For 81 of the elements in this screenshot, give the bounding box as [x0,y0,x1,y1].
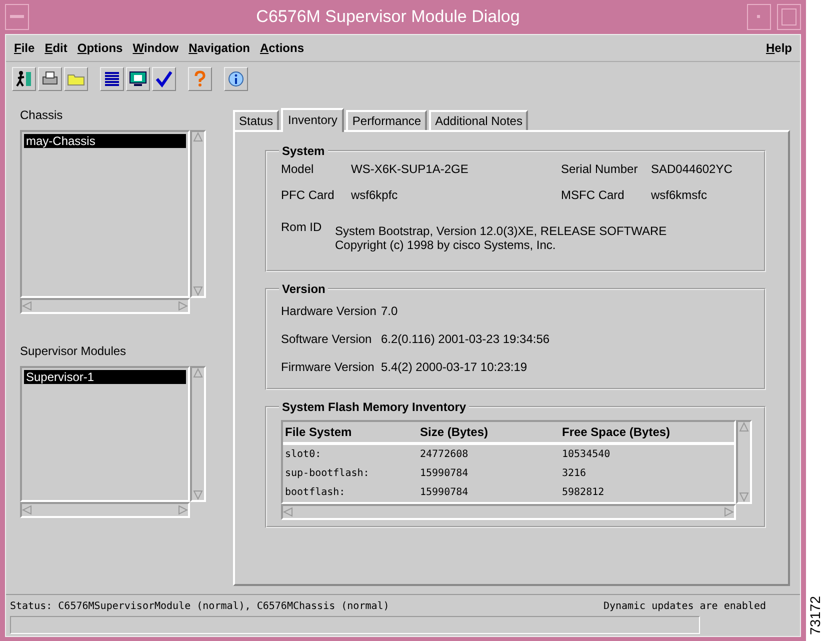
window-title: C6576M Supervisor Module Dialog [255,7,521,27]
field-value: 7.0 [381,304,399,318]
table-cell-text: bootflash: [285,486,346,500]
list-icon[interactable] [100,67,124,91]
vertical-scrollbar[interactable] [190,366,206,502]
tab[interactable]: Status [233,110,280,130]
right-arrow-icon[interactable] [724,507,734,517]
table-cell-text: 15990784 [420,486,470,500]
field-label: Software Version [281,332,373,346]
down-arrow-icon[interactable] [193,490,203,500]
table-cell-text: 10534540 [562,448,612,462]
table-cell-text: 3216 [562,467,588,481]
field-label: Firmware Version [281,360,376,374]
field-value: wsf6kpfc [351,188,399,202]
help-menu[interactable]: Help [766,41,792,55]
running-person-icon[interactable] [12,67,36,91]
updates-text: Dynamic updates are enabled [603,601,766,612]
down-arrow-icon[interactable] [193,286,203,296]
table-cell-text: 5982812 [562,486,606,500]
field-label: Serial Number [561,162,639,176]
group-title: System [281,144,326,158]
table-cell-text: 15990784 [420,467,470,481]
horizontal-scrollbar[interactable] [20,298,190,314]
group-title: Version [281,282,326,296]
field-label: Model [281,162,315,176]
help-icon[interactable] [188,67,212,91]
square-icon [781,8,797,26]
vertical-scrollbar[interactable] [190,130,206,298]
field-value: Copyright (c) 1998 by cisco Systems, Inc. [335,238,557,252]
tab[interactable]: Inventory [281,108,344,132]
info-icon[interactable] [224,67,248,91]
field-label: PFC Card [281,188,336,202]
left-arrow-icon[interactable] [283,507,293,517]
field-label: Hardware Version [281,304,378,318]
maximize-button[interactable] [777,4,801,30]
monitor-icon[interactable] [126,67,150,91]
printer-icon[interactable] [38,67,62,91]
field-value: 5.4(2) 2000-03-17 10:23:19 [381,360,528,374]
field-value: wsf6kmsfc [651,188,708,202]
up-arrow-icon[interactable] [739,422,749,432]
right-arrow-icon[interactable] [178,301,188,311]
menu-item[interactable]: Options [77,41,123,55]
left-arrow-icon[interactable] [22,505,32,515]
list-label: Chassis [20,108,64,122]
status-text: Status: C6576MSupervisorModule (normal), C6576MChassis (normal) [10,601,390,612]
menu-item[interactable]: File [14,41,35,55]
field-value: 6.2(0.116) 2001-03-23 19:34:56 [381,332,551,346]
up-arrow-icon[interactable] [193,368,203,378]
up-arrow-icon[interactable] [193,132,203,142]
tab[interactable]: Performance [346,110,428,130]
menu-item[interactable]: Edit [44,41,68,55]
menu-item[interactable]: Navigation [188,41,250,55]
list-item[interactable]: Supervisor-1 [24,370,186,384]
horizontal-scrollbar[interactable] [20,502,190,518]
column-header: Size (Bytes) [420,425,490,439]
table-cell-text: sup-bootflash: [285,467,370,481]
field-value: SAD044602YC [651,162,734,176]
list-label: Supervisor Modules [20,344,128,358]
window-menu-button[interactable] [5,4,29,30]
horizontal-scrollbar[interactable] [281,504,736,520]
checkmark-icon[interactable] [152,67,176,91]
figure-number: 73172 [807,596,823,635]
left-arrow-icon[interactable] [22,301,32,311]
down-arrow-icon[interactable] [739,492,749,502]
tab[interactable]: Additional Notes [429,110,528,130]
column-header: Free Space (Bytes) [562,425,672,439]
menu-item[interactable]: Actions [260,41,304,55]
vertical-scrollbar[interactable] [736,420,752,504]
group-title: System Flash Memory Inventory [281,400,468,414]
menu-item[interactable]: Window [132,41,179,55]
field-value: System Bootstrap, Version 12.0(3)XE, RELEASE SOFTWARE [335,224,668,238]
right-arrow-icon[interactable] [178,505,188,515]
list-item[interactable]: may-Chassis [24,134,186,148]
field-value: WS-X6K-SUP1A-2GE [351,162,470,176]
column-header: File System [285,425,353,439]
table-cell-text: slot0: [285,448,322,462]
field-label: Rom ID [281,220,323,236]
field-label: MSFC Card [561,188,626,202]
bar-icon [10,15,24,19]
minimize-button[interactable] [747,4,771,30]
table-cell-text: 24772608 [420,448,470,462]
